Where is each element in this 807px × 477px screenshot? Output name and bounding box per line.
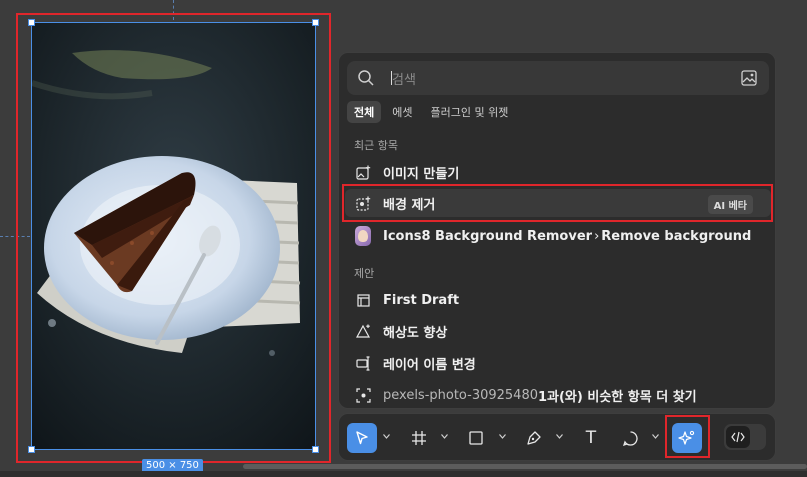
action-find-similar[interactable]: pexels-photo-30925480 1과(와) 비슷한 항목 더 찾기 xyxy=(345,381,771,409)
actions-panel: 검색 전체 에셋 플러그인 및 위젯 최근 항목 이미지 만들기 배경 제거 A… xyxy=(338,52,776,409)
action-label: 이미지 만들기 xyxy=(383,166,460,182)
selected-frame-highlight xyxy=(16,13,331,463)
bottom-toolbar: T xyxy=(338,413,776,461)
action-label: 1과(와) 비슷한 항목 더 찾기 xyxy=(537,389,697,405)
tab-all[interactable]: 전체 xyxy=(347,101,382,123)
dev-mode-knob xyxy=(726,426,750,448)
upscale-icon xyxy=(355,323,371,339)
image-plus-icon xyxy=(355,164,371,180)
shape-tool-button[interactable] xyxy=(461,423,491,453)
plugin-name: Icons8 Background Remover xyxy=(383,228,593,244)
move-tool-button[interactable] xyxy=(347,423,377,453)
horizontal-scrollbar[interactable] xyxy=(243,464,807,469)
chevron-right-icon: › xyxy=(594,228,600,244)
text-icon: T xyxy=(585,428,597,448)
ai-tool-highlight xyxy=(665,415,710,458)
code-brackets-icon xyxy=(731,431,745,443)
comment-tool-menu-chevron-icon[interactable] xyxy=(651,432,659,440)
pen-icon xyxy=(527,431,541,445)
rename-layers-icon xyxy=(355,355,371,371)
comment-bubble-icon xyxy=(622,430,638,446)
image-search-icon[interactable] xyxy=(741,70,757,86)
layer-name: pexels-photo-30925480 xyxy=(383,387,538,403)
search-field[interactable]: 검색 xyxy=(347,61,769,95)
remove-background-highlight xyxy=(342,184,773,222)
text-tool-button[interactable]: T xyxy=(576,423,606,453)
pen-tool-menu-chevron-icon[interactable] xyxy=(555,432,563,440)
resize-handle-top-left[interactable] xyxy=(28,19,35,26)
first-draft-icon xyxy=(355,292,371,308)
frame-hash-icon xyxy=(412,431,426,445)
pen-tool-button[interactable] xyxy=(519,423,549,453)
resize-handle-bottom-left[interactable] xyxy=(28,446,35,453)
search-icon xyxy=(358,70,374,86)
action-label: First Draft xyxy=(383,292,460,308)
rectangle-icon xyxy=(469,431,483,445)
plugin-command: Remove background xyxy=(601,228,752,244)
comment-tool-button[interactable] xyxy=(615,423,645,453)
find-similar-icon xyxy=(355,387,371,403)
cursor-arrow-icon xyxy=(356,431,368,445)
frame-tool-menu-chevron-icon[interactable] xyxy=(440,432,448,440)
suggestions-heading: 제안 xyxy=(354,267,375,280)
tab-bar: 전체 에셋 플러그인 및 위젯 xyxy=(347,101,515,123)
action-create-image[interactable]: 이미지 만들기 xyxy=(345,158,771,186)
frame-tool-button[interactable] xyxy=(404,423,434,453)
search-input[interactable]: 검색 xyxy=(392,69,416,88)
bottom-strip xyxy=(0,471,807,477)
recent-heading: 최근 항목 xyxy=(354,139,398,152)
action-first-draft[interactable]: First Draft xyxy=(345,286,771,314)
shape-tool-menu-chevron-icon[interactable] xyxy=(498,432,506,440)
resize-handle-top-right[interactable] xyxy=(312,19,319,26)
tab-assets[interactable]: 에셋 xyxy=(385,101,419,123)
action-label: 해상도 향상 xyxy=(383,325,448,341)
plugin-avatar-icon xyxy=(355,226,371,246)
dev-mode-toggle[interactable] xyxy=(724,424,766,450)
move-tool-menu-chevron-icon[interactable] xyxy=(382,432,390,440)
tab-plugins-widgets[interactable]: 플러그인 및 위젯 xyxy=(424,101,516,123)
action-upscale[interactable]: 해상도 향상 xyxy=(345,317,771,345)
action-icons8-plugin[interactable]: Icons8 Background Remover › Remove backg… xyxy=(345,222,771,250)
action-label: 레이어 이름 변경 xyxy=(383,357,476,373)
resize-handle-bottom-right[interactable] xyxy=(312,446,319,453)
action-rename-layers[interactable]: 레이어 이름 변경 xyxy=(345,349,771,377)
